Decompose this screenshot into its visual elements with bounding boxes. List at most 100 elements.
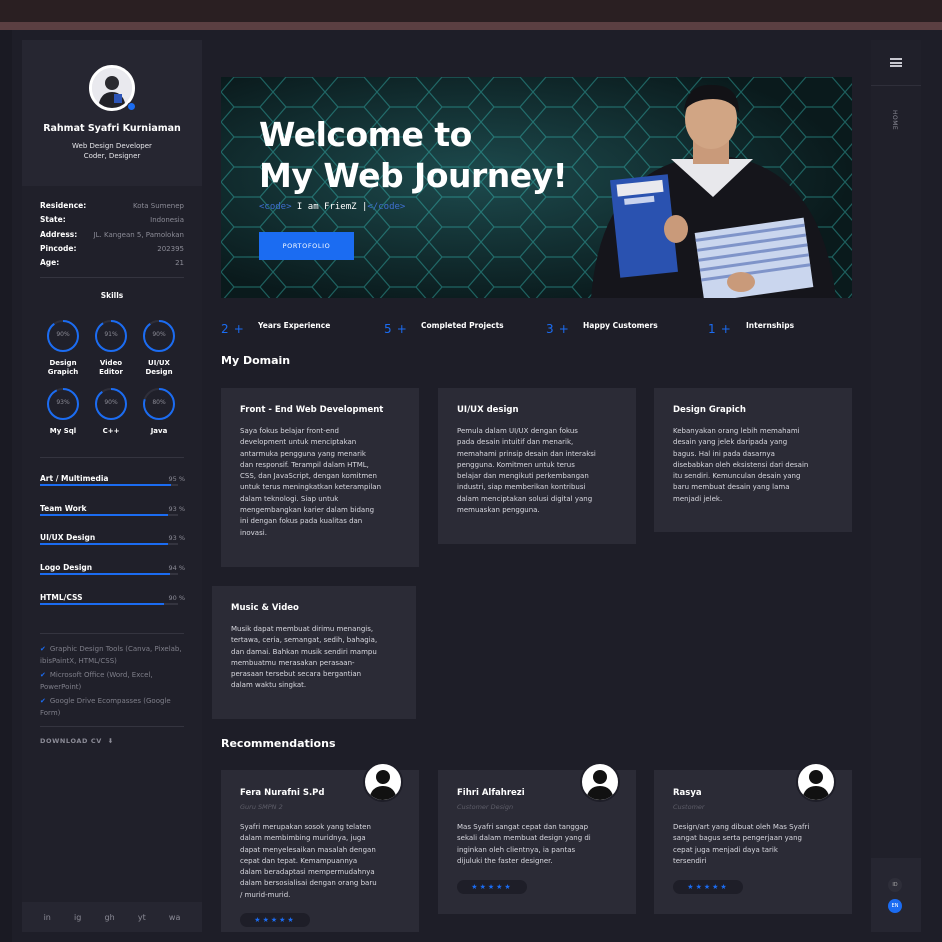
tool-text: Microsoft Office (Word, Excel, PowerPoin…	[40, 671, 153, 691]
portfolio-button[interactable]: PORTOFOLIO	[259, 232, 354, 260]
bar-skill-fill	[40, 514, 169, 516]
profile-name: Rahmat Syafri Kurniaman	[43, 123, 181, 134]
stat-plus: +	[720, 322, 731, 336]
domain-card: Design Grapich Kebanyakan orang lebih me…	[654, 388, 852, 532]
bar-skill-track	[40, 573, 178, 575]
online-status-dot	[127, 102, 136, 111]
text-line: itu sendiri. Kemunculan desain yang	[673, 472, 801, 481]
info-key: Pincode:	[40, 243, 77, 253]
youtube-icon[interactable]: yt	[138, 913, 146, 922]
info-key: Age:	[40, 258, 60, 268]
info-key: State:	[40, 215, 66, 225]
bar-skill-track	[40, 543, 178, 545]
profile-role-line: Web Design Developer	[72, 142, 152, 150]
text-line: dalam beradaptasi mempermudahnya	[240, 868, 375, 877]
tool-text: Google Drive Ecompasses (Google Form)	[40, 697, 171, 717]
hero-banner: Welcome to My Web Journey! <code> I am F…	[221, 77, 852, 298]
info-row: State: Indonesia	[40, 213, 184, 227]
divider	[40, 277, 184, 278]
domain-card-body: Saya fokus belajar front-end development …	[240, 426, 381, 539]
stat-label: Happy Customers	[583, 321, 658, 330]
skill-ring-value: 90%	[56, 331, 70, 338]
info-key: Residence:	[40, 201, 87, 210]
recommender-role: Guru SMPN 2	[240, 803, 283, 811]
skill-ring: 93%	[46, 387, 80, 421]
skill-ring: 90%	[142, 319, 176, 353]
domain-card: UI/UX design Pemula dalam UI/UX dengan f…	[438, 388, 636, 544]
stat-number: 1	[708, 322, 716, 336]
text-line: dalam waktu singkat.	[231, 681, 307, 690]
recommender-name: Fihri Alfahrezi	[457, 788, 525, 798]
stat-number: 5	[384, 322, 392, 336]
text-line: Kebanyakan orang lebih memahami	[673, 427, 800, 435]
bar-skill: HTML/CSS 90 %	[40, 593, 185, 605]
info-row: Age: 21	[40, 256, 184, 270]
recommender-role: Customer	[673, 803, 705, 811]
stat-label: Internships	[746, 321, 795, 330]
profile-card: Rahmat Syafri Kurniaman Web Design Devel…	[22, 40, 202, 186]
text-line: inginkan oleh clientnya, ia pantas	[457, 845, 576, 854]
stat-item: 1 + Internships	[708, 318, 794, 337]
bar-skill: Team Work 93 %	[40, 504, 185, 516]
stat-plus: +	[233, 322, 244, 336]
skill-ring: 91%	[94, 319, 128, 353]
bar-skill-fill	[40, 543, 169, 545]
text-line: inovasi.	[240, 528, 267, 537]
download-cv-button[interactable]: DOWNLOAD CV ⬇	[40, 737, 114, 745]
text-line: belajar dan mengikuti perkembangan	[457, 472, 589, 481]
bar-skill-percent: 90 %	[168, 594, 185, 602]
bar-skill-label: Logo Design	[40, 563, 93, 572]
github-icon[interactable]: gh	[105, 913, 115, 922]
skill-ring-label: My Sql	[49, 427, 77, 435]
skill-ring: 90%	[46, 319, 80, 353]
recommendation-card: Fera Nurafni S.Pd Guru SMPN 2 Syafri mer…	[221, 762, 419, 932]
download-cv-label: DOWNLOAD CV	[40, 737, 102, 745]
bar-skill: Art / Multimedia 95 %	[40, 474, 185, 486]
whatsapp-icon[interactable]: wa	[169, 913, 180, 922]
text-line: industri, siap memberikan kontribusi	[457, 483, 586, 492]
info-value: JL. Kangean 5, Pamolokan	[93, 230, 184, 239]
tools-list: ✔ Graphic Design Tools (Canva, Pixelab, i…	[40, 643, 184, 721]
stat-plus: +	[396, 322, 407, 336]
language-en-button[interactable]: EN	[888, 899, 902, 913]
bar-skill-fill	[40, 573, 170, 575]
domain-section-title: My Domain	[221, 354, 291, 367]
tool-item: ✔ Graphic Design Tools (Canva, Pixelab, i…	[40, 643, 184, 667]
nav-home[interactable]: HOME	[891, 110, 898, 130]
stat-number: 2	[221, 322, 229, 336]
text-line: Design/art yang dibuat oleh Mas Syafri	[673, 823, 810, 831]
text-line: perasaan tersebut secara bergantian	[231, 670, 362, 679]
instagram-icon[interactable]: ig	[74, 913, 81, 922]
divider	[40, 633, 184, 634]
bar-skill-label: UI/UX Design	[40, 533, 96, 542]
bar-skill-fill	[40, 603, 165, 605]
hamburger-menu-icon[interactable]	[890, 58, 902, 67]
domain-card-title: Front - End Web Development	[240, 405, 384, 415]
text-line: baru membuat desain yang lama	[673, 483, 790, 492]
text-line: dalam menciptakan solusi digital yang	[457, 494, 593, 503]
text-line: development untuk menciptakan	[240, 438, 357, 447]
text-line: dapat menyelesaikan masalah dengan	[240, 845, 376, 854]
text-line: antarmuka pengguna yang menarik	[240, 449, 366, 458]
bar-skill-percent: 94 %	[168, 564, 185, 572]
language-id-button[interactable]: ID	[888, 878, 902, 892]
bar-skill-percent: 93 %	[168, 505, 185, 513]
stat-item: 3 + Happy Customers	[546, 318, 658, 337]
text-line: dalam bersosialisai dengan orang baru	[240, 879, 377, 888]
download-icon: ⬇	[107, 737, 114, 745]
text-line: sekali dalam membuat design yang di	[457, 834, 591, 843]
domain-card-body: Pemula dalam UI/UX dengan fokus pada desa…	[457, 426, 596, 516]
tool-item: ✔ Google Drive Ecompasses (Google Form)	[40, 695, 184, 719]
hero-title: Welcome to My Web Journey!	[259, 114, 568, 196]
stats-bar: 2 + Years Experience 5 + Completed Proje…	[221, 318, 852, 338]
star-rating: ★★★★★	[457, 880, 527, 894]
linkedin-icon[interactable]: in	[44, 913, 51, 922]
text-line: cepat juga menjadi daya tarik	[673, 845, 778, 854]
code-open-tag: <code>	[259, 202, 292, 212]
text-line: mengembangkan karier dalam bidang	[240, 506, 375, 515]
text-line: memahami prinsip desain dan interaksi	[457, 449, 596, 458]
text-line: Saya fokus belajar front-end	[240, 427, 339, 435]
info-value: 202395	[157, 244, 184, 253]
code-text: I am FriemZ	[291, 202, 362, 212]
bar-skill-label: Art / Multimedia	[40, 474, 109, 483]
